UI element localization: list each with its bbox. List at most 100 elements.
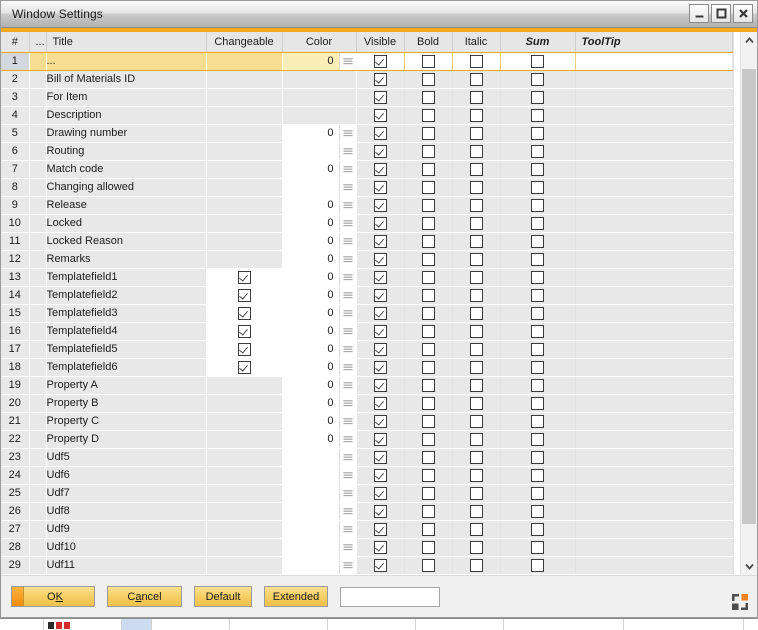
table-row[interactable]: 13Templatefield10 bbox=[1, 268, 733, 286]
checkbox-unchecked-italic[interactable] bbox=[470, 379, 483, 392]
cell-bold[interactable] bbox=[404, 196, 452, 214]
cell-indicator[interactable] bbox=[29, 70, 46, 88]
cell-visible[interactable] bbox=[356, 430, 404, 448]
checkbox-unchecked-bold[interactable] bbox=[422, 289, 435, 302]
cell-indicator[interactable] bbox=[29, 430, 46, 448]
checkbox-unchecked-italic[interactable] bbox=[470, 433, 483, 446]
cell-bold[interactable] bbox=[404, 502, 452, 520]
cell-title[interactable]: Release bbox=[46, 196, 206, 214]
cell-italic[interactable] bbox=[452, 250, 500, 268]
table-row[interactable]: 27Udf9 bbox=[1, 520, 733, 538]
cell-tooltip[interactable] bbox=[575, 466, 733, 484]
taskbar-active-item[interactable] bbox=[122, 619, 152, 630]
cell-color[interactable] bbox=[282, 88, 356, 106]
cell-row-number[interactable]: 26 bbox=[1, 502, 29, 520]
cell-title[interactable]: Udf9 bbox=[46, 520, 206, 538]
checkbox-checked-visible[interactable] bbox=[374, 253, 387, 266]
cell-color[interactable]: 0 bbox=[282, 376, 356, 394]
color-picker-button[interactable] bbox=[340, 485, 356, 502]
checkbox-unchecked-italic[interactable] bbox=[470, 325, 483, 338]
checkbox-unchecked-sum[interactable] bbox=[531, 487, 544, 500]
cell-bold[interactable] bbox=[404, 358, 452, 376]
vertical-scrollbar[interactable] bbox=[740, 32, 757, 575]
cell-changeable[interactable] bbox=[206, 358, 282, 376]
cell-tooltip[interactable] bbox=[575, 124, 733, 142]
cell-visible[interactable] bbox=[356, 376, 404, 394]
color-value[interactable]: 0 bbox=[283, 197, 340, 214]
color-value[interactable]: 0 bbox=[283, 395, 340, 412]
table-row[interactable]: 14Templatefield20 bbox=[1, 286, 733, 304]
cell-color[interactable] bbox=[282, 556, 356, 574]
checkbox-unchecked-bold[interactable] bbox=[422, 91, 435, 104]
cell-row-number[interactable]: 14 bbox=[1, 286, 29, 304]
cell-italic[interactable] bbox=[452, 466, 500, 484]
cell-visible[interactable] bbox=[356, 538, 404, 556]
checkbox-unchecked-bold[interactable] bbox=[422, 217, 435, 230]
cell-indicator[interactable] bbox=[29, 448, 46, 466]
cell-indicator[interactable] bbox=[29, 484, 46, 502]
cell-tooltip[interactable] bbox=[575, 394, 733, 412]
cell-row-number[interactable]: 23 bbox=[1, 448, 29, 466]
cell-tooltip[interactable] bbox=[575, 502, 733, 520]
cell-color[interactable] bbox=[282, 448, 356, 466]
cell-visible[interactable] bbox=[356, 322, 404, 340]
checkbox-checked-visible[interactable] bbox=[374, 343, 387, 356]
cell-visible[interactable] bbox=[356, 232, 404, 250]
color-value[interactable] bbox=[283, 467, 340, 484]
cell-row-number[interactable]: 10 bbox=[1, 214, 29, 232]
cell-tooltip[interactable] bbox=[575, 430, 733, 448]
cell-color[interactable] bbox=[282, 466, 356, 484]
cell-bold[interactable] bbox=[404, 160, 452, 178]
color-picker-button[interactable] bbox=[340, 305, 356, 322]
color-picker-button[interactable] bbox=[340, 197, 356, 214]
cell-bold[interactable] bbox=[404, 322, 452, 340]
cell-title[interactable]: Description bbox=[46, 106, 206, 124]
cell-title[interactable]: Udf11 bbox=[46, 556, 206, 574]
table-row[interactable]: 2Bill of Materials ID bbox=[1, 70, 733, 88]
color-picker-button[interactable] bbox=[340, 467, 356, 484]
cell-row-number[interactable]: 15 bbox=[1, 304, 29, 322]
cell-bold[interactable] bbox=[404, 124, 452, 142]
checkbox-unchecked-italic[interactable] bbox=[470, 217, 483, 230]
cell-italic[interactable] bbox=[452, 142, 500, 160]
cell-row-number[interactable]: 2 bbox=[1, 70, 29, 88]
cell-italic[interactable] bbox=[452, 196, 500, 214]
checkbox-unchecked-italic[interactable] bbox=[470, 235, 483, 248]
checkbox-checked-visible[interactable] bbox=[374, 469, 387, 482]
color-value[interactable]: 0 bbox=[283, 269, 340, 286]
color-picker-button[interactable] bbox=[340, 395, 356, 412]
cell-visible[interactable] bbox=[356, 304, 404, 322]
color-picker-button[interactable] bbox=[340, 269, 356, 286]
cell-bold[interactable] bbox=[404, 142, 452, 160]
cell-italic[interactable] bbox=[452, 412, 500, 430]
cell-row-number[interactable]: 22 bbox=[1, 430, 29, 448]
column-header-visible[interactable]: Visible bbox=[356, 32, 404, 52]
cell-color[interactable]: 0 bbox=[282, 430, 356, 448]
color-value[interactable]: 0 bbox=[283, 233, 340, 250]
checkbox-unchecked-bold[interactable] bbox=[422, 451, 435, 464]
cell-indicator[interactable] bbox=[29, 358, 46, 376]
cell-sum[interactable] bbox=[500, 322, 575, 340]
checkbox-unchecked-sum[interactable] bbox=[531, 253, 544, 266]
color-picker-button[interactable] bbox=[340, 161, 356, 178]
cell-tooltip[interactable] bbox=[575, 376, 733, 394]
cell-sum[interactable] bbox=[500, 304, 575, 322]
color-value[interactable] bbox=[283, 557, 340, 574]
cell-visible[interactable] bbox=[356, 448, 404, 466]
cell-indicator[interactable] bbox=[29, 196, 46, 214]
checkbox-unchecked-italic[interactable] bbox=[470, 361, 483, 374]
footer-text-input[interactable] bbox=[340, 587, 440, 607]
checkbox-checked-visible[interactable] bbox=[374, 451, 387, 464]
checkbox-unchecked-bold[interactable] bbox=[422, 379, 435, 392]
cell-color[interactable] bbox=[282, 538, 356, 556]
cell-sum[interactable] bbox=[500, 520, 575, 538]
column-header-change[interactable]: Changeable bbox=[206, 32, 282, 52]
cell-color[interactable]: 0 bbox=[282, 304, 356, 322]
cell-tooltip[interactable] bbox=[575, 214, 733, 232]
cell-visible[interactable] bbox=[356, 268, 404, 286]
cell-title[interactable]: Udf8 bbox=[46, 502, 206, 520]
cell-italic[interactable] bbox=[452, 376, 500, 394]
cell-bold[interactable] bbox=[404, 88, 452, 106]
cell-changeable[interactable] bbox=[206, 286, 282, 304]
checkbox-unchecked-sum[interactable] bbox=[531, 505, 544, 518]
